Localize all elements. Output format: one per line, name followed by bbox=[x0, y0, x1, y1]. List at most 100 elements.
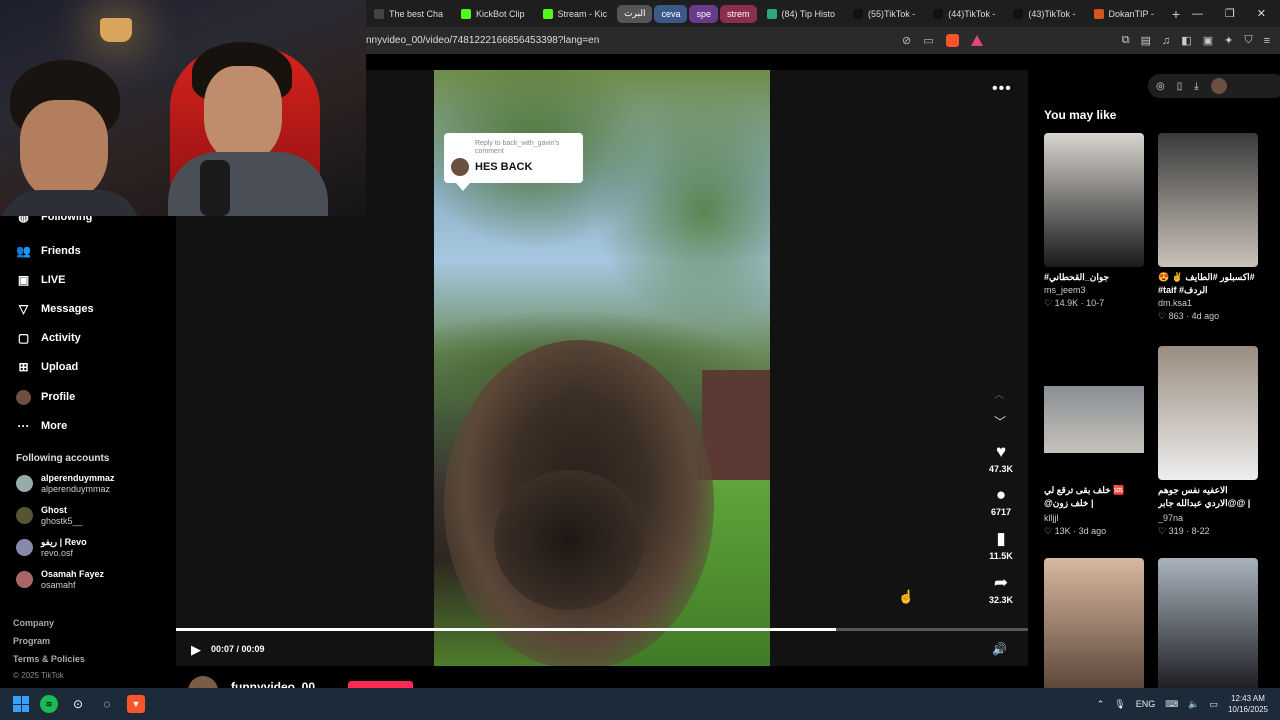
recommended-video-card[interactable] bbox=[1158, 558, 1258, 692]
heart-action[interactable]: ♥ 47.3K bbox=[980, 442, 1022, 474]
tab-group[interactable]: spe bbox=[689, 4, 718, 23]
clock[interactable]: 12:43 AM 10/16/2025 bbox=[1228, 693, 1268, 715]
url-text[interactable]: nnyvideo_00/video/7481222166856453398?la… bbox=[366, 35, 599, 46]
video-thumbnail[interactable] bbox=[1044, 133, 1144, 267]
battery-icon[interactable]: ▭ bbox=[1209, 699, 1218, 710]
video-caption[interactable]: #جوان_القحطاني bbox=[1044, 271, 1144, 284]
follow-button[interactable] bbox=[348, 681, 413, 688]
sidebar-item-messages[interactable]: ▽ Messages bbox=[16, 300, 94, 318]
avatar bbox=[16, 539, 33, 556]
browser-tab[interactable]: KickBot Clip bbox=[453, 3, 533, 25]
download-icon[interactable]: ⤓ bbox=[1194, 81, 1198, 92]
following-account[interactable]: Osamah Fayez osamahf bbox=[16, 569, 104, 591]
video-frame[interactable]: Reply to back_with_gavin's comment HES B… bbox=[434, 70, 770, 666]
video-author[interactable]: ms_jeem3 bbox=[1044, 285, 1144, 295]
share-icon[interactable]: ➦ bbox=[980, 573, 1022, 593]
sidebar-item-friends[interactable]: 👥 Friends bbox=[16, 242, 81, 260]
minimize-icon[interactable]: — bbox=[1192, 8, 1203, 20]
sidebar-item-activity[interactable]: ▢ Activity bbox=[16, 329, 81, 347]
sidebar-item-profile[interactable]: Profile bbox=[16, 388, 75, 406]
sidebar-icon[interactable]: ◧ bbox=[1181, 34, 1191, 47]
toolbar-icons: ⧉ ▤ ♫ ◧ ▣ ✦ ⛉ ≡ bbox=[1122, 27, 1270, 54]
share-action[interactable]: ➦ 32.3K bbox=[980, 573, 1022, 605]
chevron-up-icon[interactable]: ⌃ bbox=[1097, 699, 1105, 710]
video-thumbnail[interactable] bbox=[1158, 558, 1258, 692]
recommended-video-card[interactable]: خلف بقى ترقع لي 🆘 @خلف زون | KhalafZone.… bbox=[1044, 346, 1144, 537]
browser-tab[interactable]: (84) Tip Histo bbox=[759, 3, 844, 25]
reader-icon[interactable]: ▤ bbox=[1141, 34, 1151, 47]
more-options-icon[interactable]: ••• bbox=[992, 80, 1012, 98]
tab-group[interactable]: البرت bbox=[617, 4, 653, 23]
tab-group[interactable]: ceva bbox=[654, 4, 688, 23]
network-icon[interactable]: ⌨ bbox=[1165, 699, 1178, 710]
browser-tab[interactable]: DokanTIP - bbox=[1086, 3, 1162, 25]
screen-icon[interactable]: ▭ bbox=[923, 34, 933, 47]
menu-icon[interactable]: ≡ bbox=[1264, 35, 1270, 47]
no-cast-icon[interactable]: ⊘ bbox=[902, 34, 911, 47]
wallet-icon[interactable]: ▣ bbox=[1203, 34, 1213, 47]
browser-tab[interactable]: (55)TikTok - bbox=[845, 3, 923, 25]
video-author[interactable]: dm.ksa1 bbox=[1158, 298, 1258, 308]
following-account[interactable]: alperenduymmaz alperenduymmaz bbox=[16, 473, 115, 495]
video-thumbnail[interactable] bbox=[1158, 133, 1258, 267]
video-author[interactable]: klljjl bbox=[1044, 513, 1144, 523]
brave-rewards-icon[interactable] bbox=[970, 35, 983, 46]
brave-icon[interactable]: ▼ bbox=[127, 695, 145, 713]
heart-icon[interactable]: ♥ bbox=[980, 442, 1022, 462]
video-caption[interactable]: الاعفيه نفس جوهم @الاردي عبدالله جابر@ |… bbox=[1158, 484, 1258, 512]
browser-tab[interactable]: (44)TikTok - bbox=[925, 3, 1003, 25]
app-icon[interactable]: ◌ bbox=[98, 695, 116, 713]
sidebar-item-live[interactable]: ▣ LIVE bbox=[16, 271, 66, 289]
following-account[interactable]: ريفو | Revo revo.osf bbox=[16, 537, 87, 559]
sidebar-item-upload[interactable]: ⊞ Upload bbox=[16, 358, 78, 376]
music-icon[interactable]: ♫ bbox=[1162, 35, 1170, 47]
vpn-icon[interactable]: ⛉ bbox=[1244, 34, 1252, 47]
previous-video-icon[interactable]: ︿ bbox=[994, 386, 1004, 401]
screen: The best Cha KickBot Clip Stream - Kic البر… bbox=[0, 0, 1280, 720]
recommended-video-card[interactable]: الاعفيه نفس جوهم @الاردي عبدالله جابر@ |… bbox=[1158, 346, 1258, 537]
video-caption[interactable]: خلف بقى ترقع لي 🆘 @خلف زون | KhalafZone.… bbox=[1044, 484, 1144, 512]
comment-action[interactable]: ● 6717 bbox=[980, 485, 1022, 517]
author-name[interactable]: funnyvideo_00 bbox=[231, 680, 315, 688]
comment-icon[interactable]: ● bbox=[980, 485, 1022, 505]
browser-tab[interactable]: Stream - Kic bbox=[535, 3, 616, 25]
author-avatar[interactable] bbox=[188, 676, 218, 688]
footer-link[interactable]: Terms & Policies bbox=[13, 654, 85, 664]
restore-icon[interactable]: ❐ bbox=[1225, 7, 1235, 20]
footer-link[interactable]: Company bbox=[13, 618, 54, 628]
tab-group[interactable]: strem bbox=[720, 4, 757, 23]
bookmark-icon[interactable]: ▮ bbox=[980, 529, 1022, 549]
video-author[interactable]: _97na bbox=[1158, 513, 1258, 523]
close-icon[interactable]: ✕ bbox=[1257, 7, 1266, 20]
footer-link[interactable]: Program bbox=[13, 636, 50, 646]
following-account[interactable]: Ghost ghostk5__ bbox=[16, 505, 83, 527]
profile-avatar[interactable] bbox=[1210, 78, 1227, 94]
browser-tab[interactable]: The best Cha bbox=[366, 3, 451, 25]
windows-start-icon[interactable] bbox=[13, 696, 29, 712]
recommended-video-card[interactable]: #جوان_القحطاني ms_jeem3 ♡ 14.9K · 10-7 bbox=[1044, 133, 1144, 309]
volume-icon[interactable]: 🔊 bbox=[992, 642, 1007, 656]
play-icon[interactable]: ▶ bbox=[191, 642, 201, 658]
video-thumbnail[interactable] bbox=[1044, 346, 1144, 480]
video-thumbnail[interactable] bbox=[1044, 558, 1144, 692]
browser-tab[interactable]: (43)TikTok - bbox=[1005, 3, 1083, 25]
leo-icon[interactable]: ✦ bbox=[1224, 34, 1233, 47]
speaker-icon[interactable]: 🔈 bbox=[1188, 699, 1199, 710]
new-tab-button[interactable]: + bbox=[1172, 6, 1180, 22]
sidebar-item-more[interactable]: ··· More bbox=[16, 417, 68, 435]
obs-icon[interactable]: ⊙ bbox=[69, 695, 87, 713]
brave-shield-icon[interactable] bbox=[945, 34, 959, 47]
coins-icon[interactable]: ◎ bbox=[1156, 81, 1165, 92]
bookmark-action[interactable]: ▮ 11.5K bbox=[980, 529, 1022, 561]
recommended-video-card[interactable] bbox=[1044, 558, 1144, 692]
video-caption[interactable]: 😍 ✌️ اكسبلور #الطايف# #taif #الردف bbox=[1158, 271, 1258, 297]
progress-bar[interactable] bbox=[176, 628, 1028, 631]
language-indicator[interactable]: ENG bbox=[1136, 699, 1156, 709]
device-icon[interactable]: ▯ bbox=[1177, 81, 1183, 92]
spotify-icon[interactable]: ≋ bbox=[40, 695, 58, 713]
next-video-icon[interactable]: ﹀ bbox=[994, 413, 1006, 430]
recommended-video-card[interactable]: 😍 ✌️ اكسبلور #الطايف# #taif #الردف dm.ksa… bbox=[1158, 133, 1258, 322]
mic-icon[interactable]: 🎙 bbox=[1114, 699, 1125, 710]
video-thumbnail[interactable] bbox=[1158, 346, 1258, 480]
extensions-icon[interactable]: ⧉ bbox=[1122, 34, 1130, 47]
